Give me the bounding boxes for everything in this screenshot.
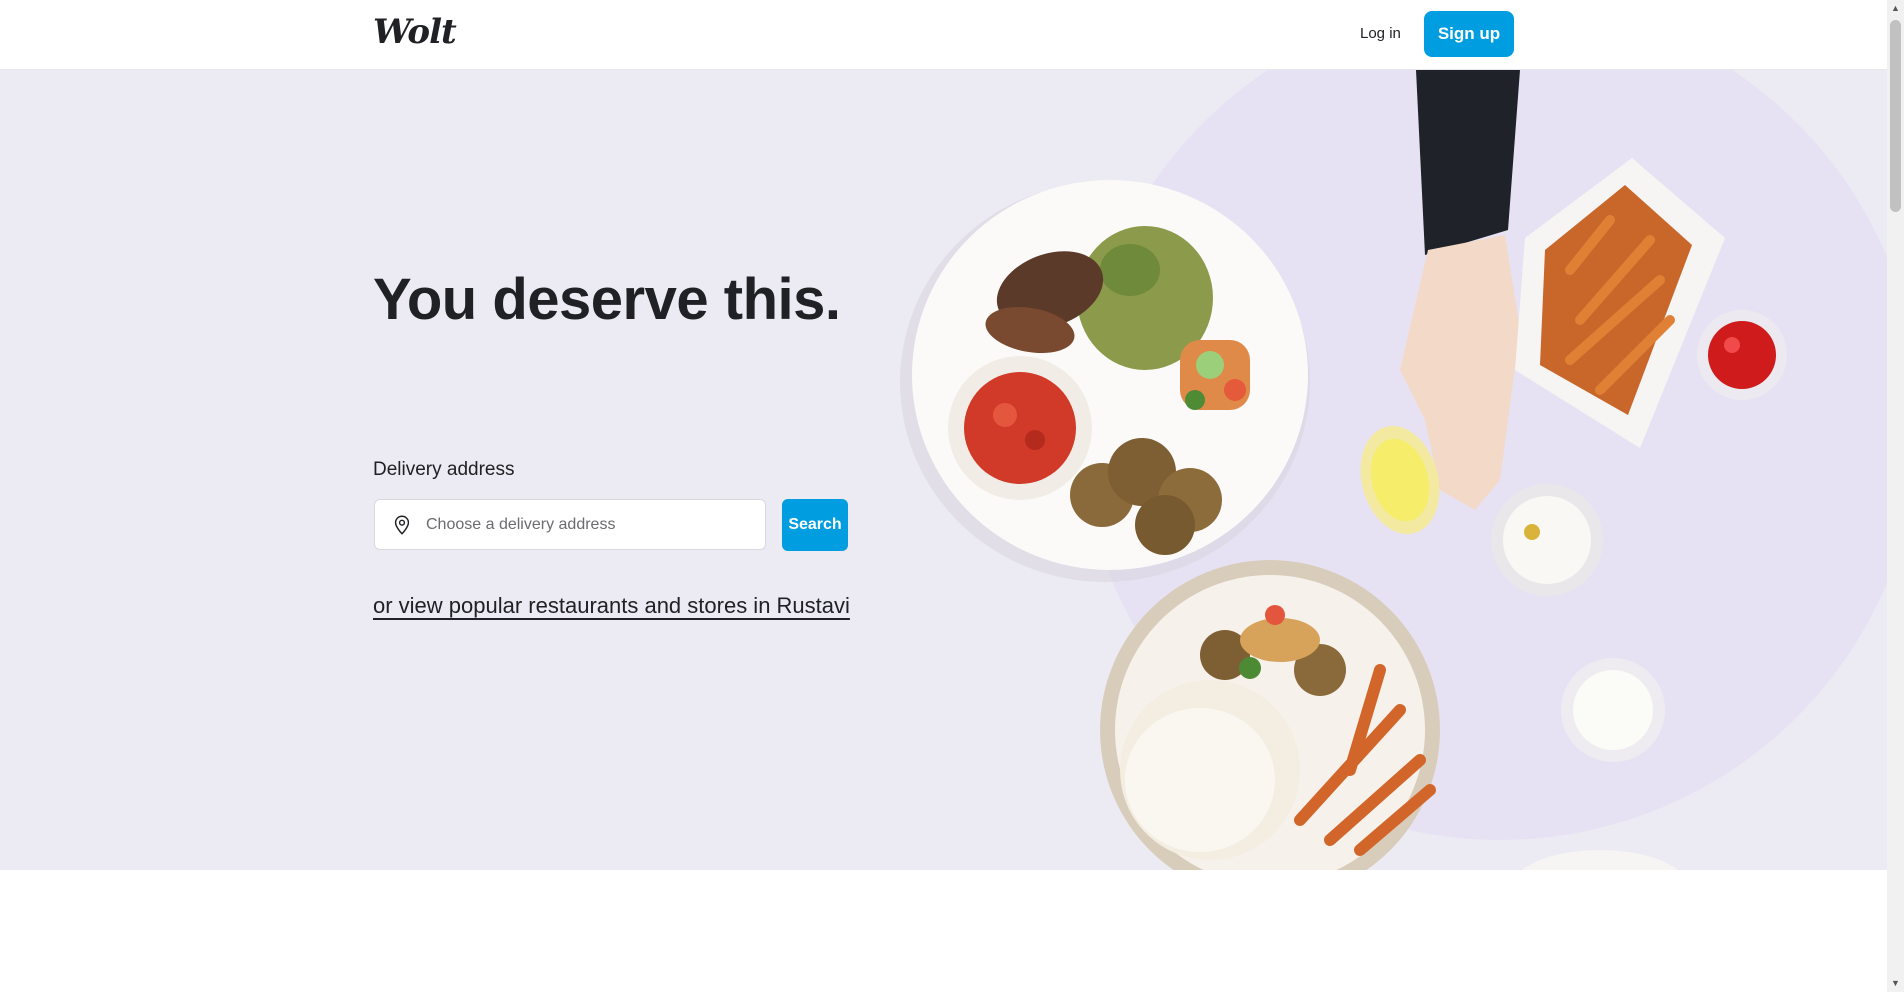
scrollbar-thumb[interactable] [1890, 20, 1901, 212]
page: Wolt Log in Sign up You deserve this. De… [0, 0, 1887, 992]
address-placeholder: Choose a delivery address [426, 516, 616, 533]
location-pin-icon [394, 515, 410, 535]
chevron-down-icon[interactable]: ▼ [1887, 975, 1904, 992]
signup-button[interactable]: Sign up [1424, 11, 1514, 57]
popular-restaurants-link[interactable]: or view popular restaurants and stores i… [373, 593, 850, 619]
hero-section: You deserve this. Delivery address Choos… [0, 70, 1887, 870]
login-button[interactable]: Log in [1352, 17, 1409, 51]
wolt-logo[interactable]: Wolt [373, 12, 457, 52]
chevron-up-icon[interactable]: ▲ [1887, 0, 1904, 17]
delivery-address-input[interactable]: Choose a delivery address [374, 499, 766, 550]
food-photo [880, 70, 1887, 870]
search-button[interactable]: Search [782, 499, 848, 551]
top-header: Wolt Log in Sign up [0, 0, 1887, 70]
vertical-scrollbar[interactable]: ▲ ▼ [1887, 0, 1904, 992]
hero-headline: You deserve this. [373, 267, 841, 332]
delivery-address-label: Delivery address [373, 459, 515, 480]
